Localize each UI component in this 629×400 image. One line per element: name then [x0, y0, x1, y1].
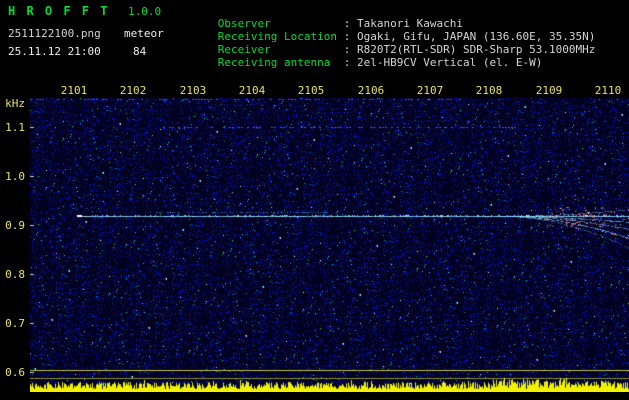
info-label: Receiving Location [217, 30, 337, 43]
time-tick: 2110 [594, 84, 622, 97]
time-tick: 2109 [535, 84, 563, 97]
app-title: H R O F F T [8, 4, 110, 18]
mode-label: meteor [124, 27, 164, 40]
echo-count: 84 [133, 45, 147, 58]
freq-unit-label: kHz [5, 97, 25, 110]
info-row-observer: Observer : Takanori Kawachi [178, 4, 595, 30]
time-tick: 2103 [179, 84, 207, 97]
info-label: Receiver [217, 43, 271, 56]
freq-tick: 1.0 [5, 170, 25, 183]
hrofft-window: H R O F F T 1.0.0 2511122100.png meteor … [0, 0, 629, 400]
info-value: : Ogaki, Gifu, JAPAN (136.60E, 35.35N) [343, 30, 596, 43]
info-label: Receiving antenna [217, 56, 331, 69]
info-label: Observer [217, 17, 271, 30]
time-tick: 2104 [238, 84, 266, 97]
freq-tick: 1.1 [5, 121, 25, 134]
output-filename: 2511122100.png [8, 27, 101, 40]
time-tick: 2106 [357, 84, 385, 97]
app-version: 1.0.0 [128, 5, 162, 18]
datetime-label: 25.11.12 21:00 [8, 45, 101, 58]
spectrogram-canvas [30, 98, 629, 392]
freq-tick: 0.8 [5, 268, 25, 281]
freq-tick: 0.9 [5, 219, 25, 232]
time-tick: 2101 [60, 84, 88, 97]
time-tick: 2102 [119, 84, 147, 97]
station-info-panel: Observer : Takanori Kawachi Receiving Loc… [178, 4, 596, 69]
info-value: : 2el-HB9CV Vertical (el. E-W) [343, 56, 543, 69]
time-tick: 2105 [297, 84, 325, 97]
info-value: : Takanori Kawachi [343, 17, 463, 30]
freq-tick: 0.7 [5, 317, 25, 330]
info-value: : R820T2(RTL-SDR) SDR-Sharp 53.1000MHz [343, 43, 596, 56]
freq-tick: 0.6 [5, 366, 25, 379]
time-tick: 2107 [416, 84, 444, 97]
time-tick: 2108 [475, 84, 503, 97]
